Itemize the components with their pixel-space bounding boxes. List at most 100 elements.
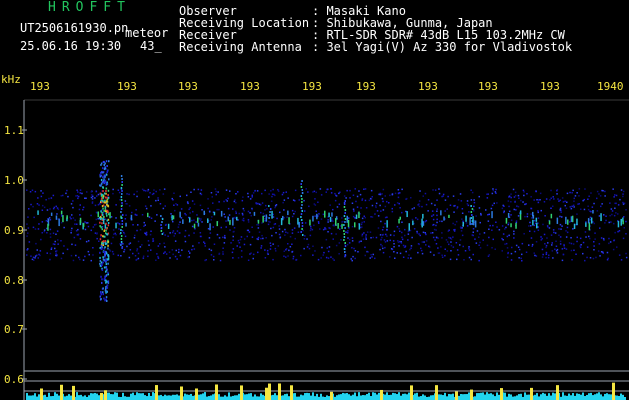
noise-pixel	[234, 199, 236, 201]
noise-pixel	[269, 242, 272, 244]
noise-pixel	[165, 253, 168, 255]
noise-pixel	[430, 232, 432, 234]
echo-pixel	[109, 212, 111, 219]
noise-pixel	[26, 254, 28, 256]
noise-pixel	[369, 231, 372, 233]
noise-pixel	[283, 217, 285, 219]
echo-pixel	[193, 223, 196, 229]
noise-pixel	[347, 237, 349, 239]
noise-pixel	[436, 199, 438, 201]
noise-pixel	[585, 236, 587, 238]
strip-bar	[328, 396, 330, 400]
noise-pixel	[216, 233, 219, 236]
noise-pixel	[145, 207, 148, 210]
noise-pixel	[472, 253, 474, 256]
noise-pixel	[330, 192, 333, 194]
echo-pixel	[355, 214, 358, 219]
noise-pixel	[196, 214, 198, 216]
noise-pixel	[492, 238, 494, 241]
noise-pixel	[562, 253, 565, 256]
noise-pixel	[600, 251, 603, 253]
echo-pixel	[107, 255, 110, 258]
echo-pixel	[120, 244, 122, 246]
noise-pixel	[467, 204, 470, 207]
noise-pixel	[332, 220, 334, 222]
noise-pixel	[614, 207, 616, 209]
noise-pixel	[384, 195, 386, 197]
echo-pixel	[257, 219, 260, 224]
strip-bar	[146, 396, 148, 400]
noise-pixel	[392, 240, 395, 242]
echo-pixel	[107, 271, 109, 274]
strip-bar	[578, 393, 580, 400]
noise-pixel	[159, 189, 161, 191]
strip-bar	[122, 392, 124, 400]
echo-pixel	[99, 295, 101, 298]
noise-pixel	[470, 189, 472, 191]
noise-pixel	[561, 259, 564, 262]
strip-bar	[474, 396, 476, 400]
noise-pixel	[237, 257, 240, 259]
noise-pixel	[576, 213, 578, 215]
noise-pixel	[419, 234, 421, 237]
noise-pixel	[448, 236, 450, 239]
strip-bar	[430, 395, 432, 400]
noise-pixel	[172, 230, 175, 232]
echo-pixel	[465, 215, 467, 222]
noise-pixel	[397, 196, 400, 199]
noise-pixel	[220, 226, 222, 229]
strip-bar	[186, 394, 188, 400]
echo-pixel	[105, 210, 107, 213]
noise-pixel	[444, 210, 446, 212]
strip-bar	[574, 395, 576, 400]
noise-pixel	[84, 228, 87, 231]
noise-pixel	[55, 233, 57, 235]
noise-pixel	[232, 235, 234, 238]
strip-bar	[88, 395, 90, 400]
noise-pixel	[434, 204, 436, 206]
noise-pixel	[528, 244, 530, 246]
noise-pixel	[602, 252, 604, 254]
echo-pixel	[406, 211, 408, 218]
noise-pixel	[36, 203, 39, 205]
echo-pixel	[100, 291, 102, 294]
noise-pixel	[380, 238, 382, 241]
echo-pixel	[160, 230, 163, 232]
noise-pixel	[521, 242, 524, 245]
strip-bar	[234, 395, 236, 400]
echo-pixel	[505, 217, 508, 224]
noise-pixel	[411, 208, 414, 210]
strip-bar	[246, 394, 248, 400]
noise-pixel	[46, 252, 48, 254]
strip-bar	[90, 393, 92, 400]
echo-pixel	[121, 184, 123, 186]
echo-pixel	[227, 216, 229, 222]
strip-bar	[538, 396, 540, 400]
noise-pixel	[222, 247, 224, 249]
noise-pixel	[243, 219, 245, 222]
noise-pixel	[283, 199, 286, 201]
noise-pixel	[94, 204, 97, 207]
noise-pixel	[531, 243, 534, 246]
noise-pixel	[131, 211, 133, 214]
noise-pixel	[325, 238, 328, 241]
noise-pixel	[148, 216, 151, 218]
strip-bar	[30, 395, 32, 400]
strip-bar	[38, 394, 40, 400]
strip-bar	[580, 394, 582, 400]
strip-bar	[520, 393, 522, 400]
echo-pixel	[440, 210, 442, 216]
noise-pixel	[551, 250, 554, 252]
echo-pixel	[121, 223, 124, 225]
noise-pixel	[56, 250, 58, 252]
echo-pixel	[107, 194, 109, 196]
noise-pixel	[270, 190, 272, 192]
strip-bar	[184, 393, 186, 400]
noise-pixel	[78, 256, 80, 259]
noise-pixel	[364, 216, 366, 219]
noise-pixel	[217, 191, 219, 193]
noise-pixel	[375, 205, 377, 207]
noise-pixel	[480, 212, 482, 215]
noise-pixel	[348, 227, 350, 229]
noise-pixel	[147, 190, 149, 192]
